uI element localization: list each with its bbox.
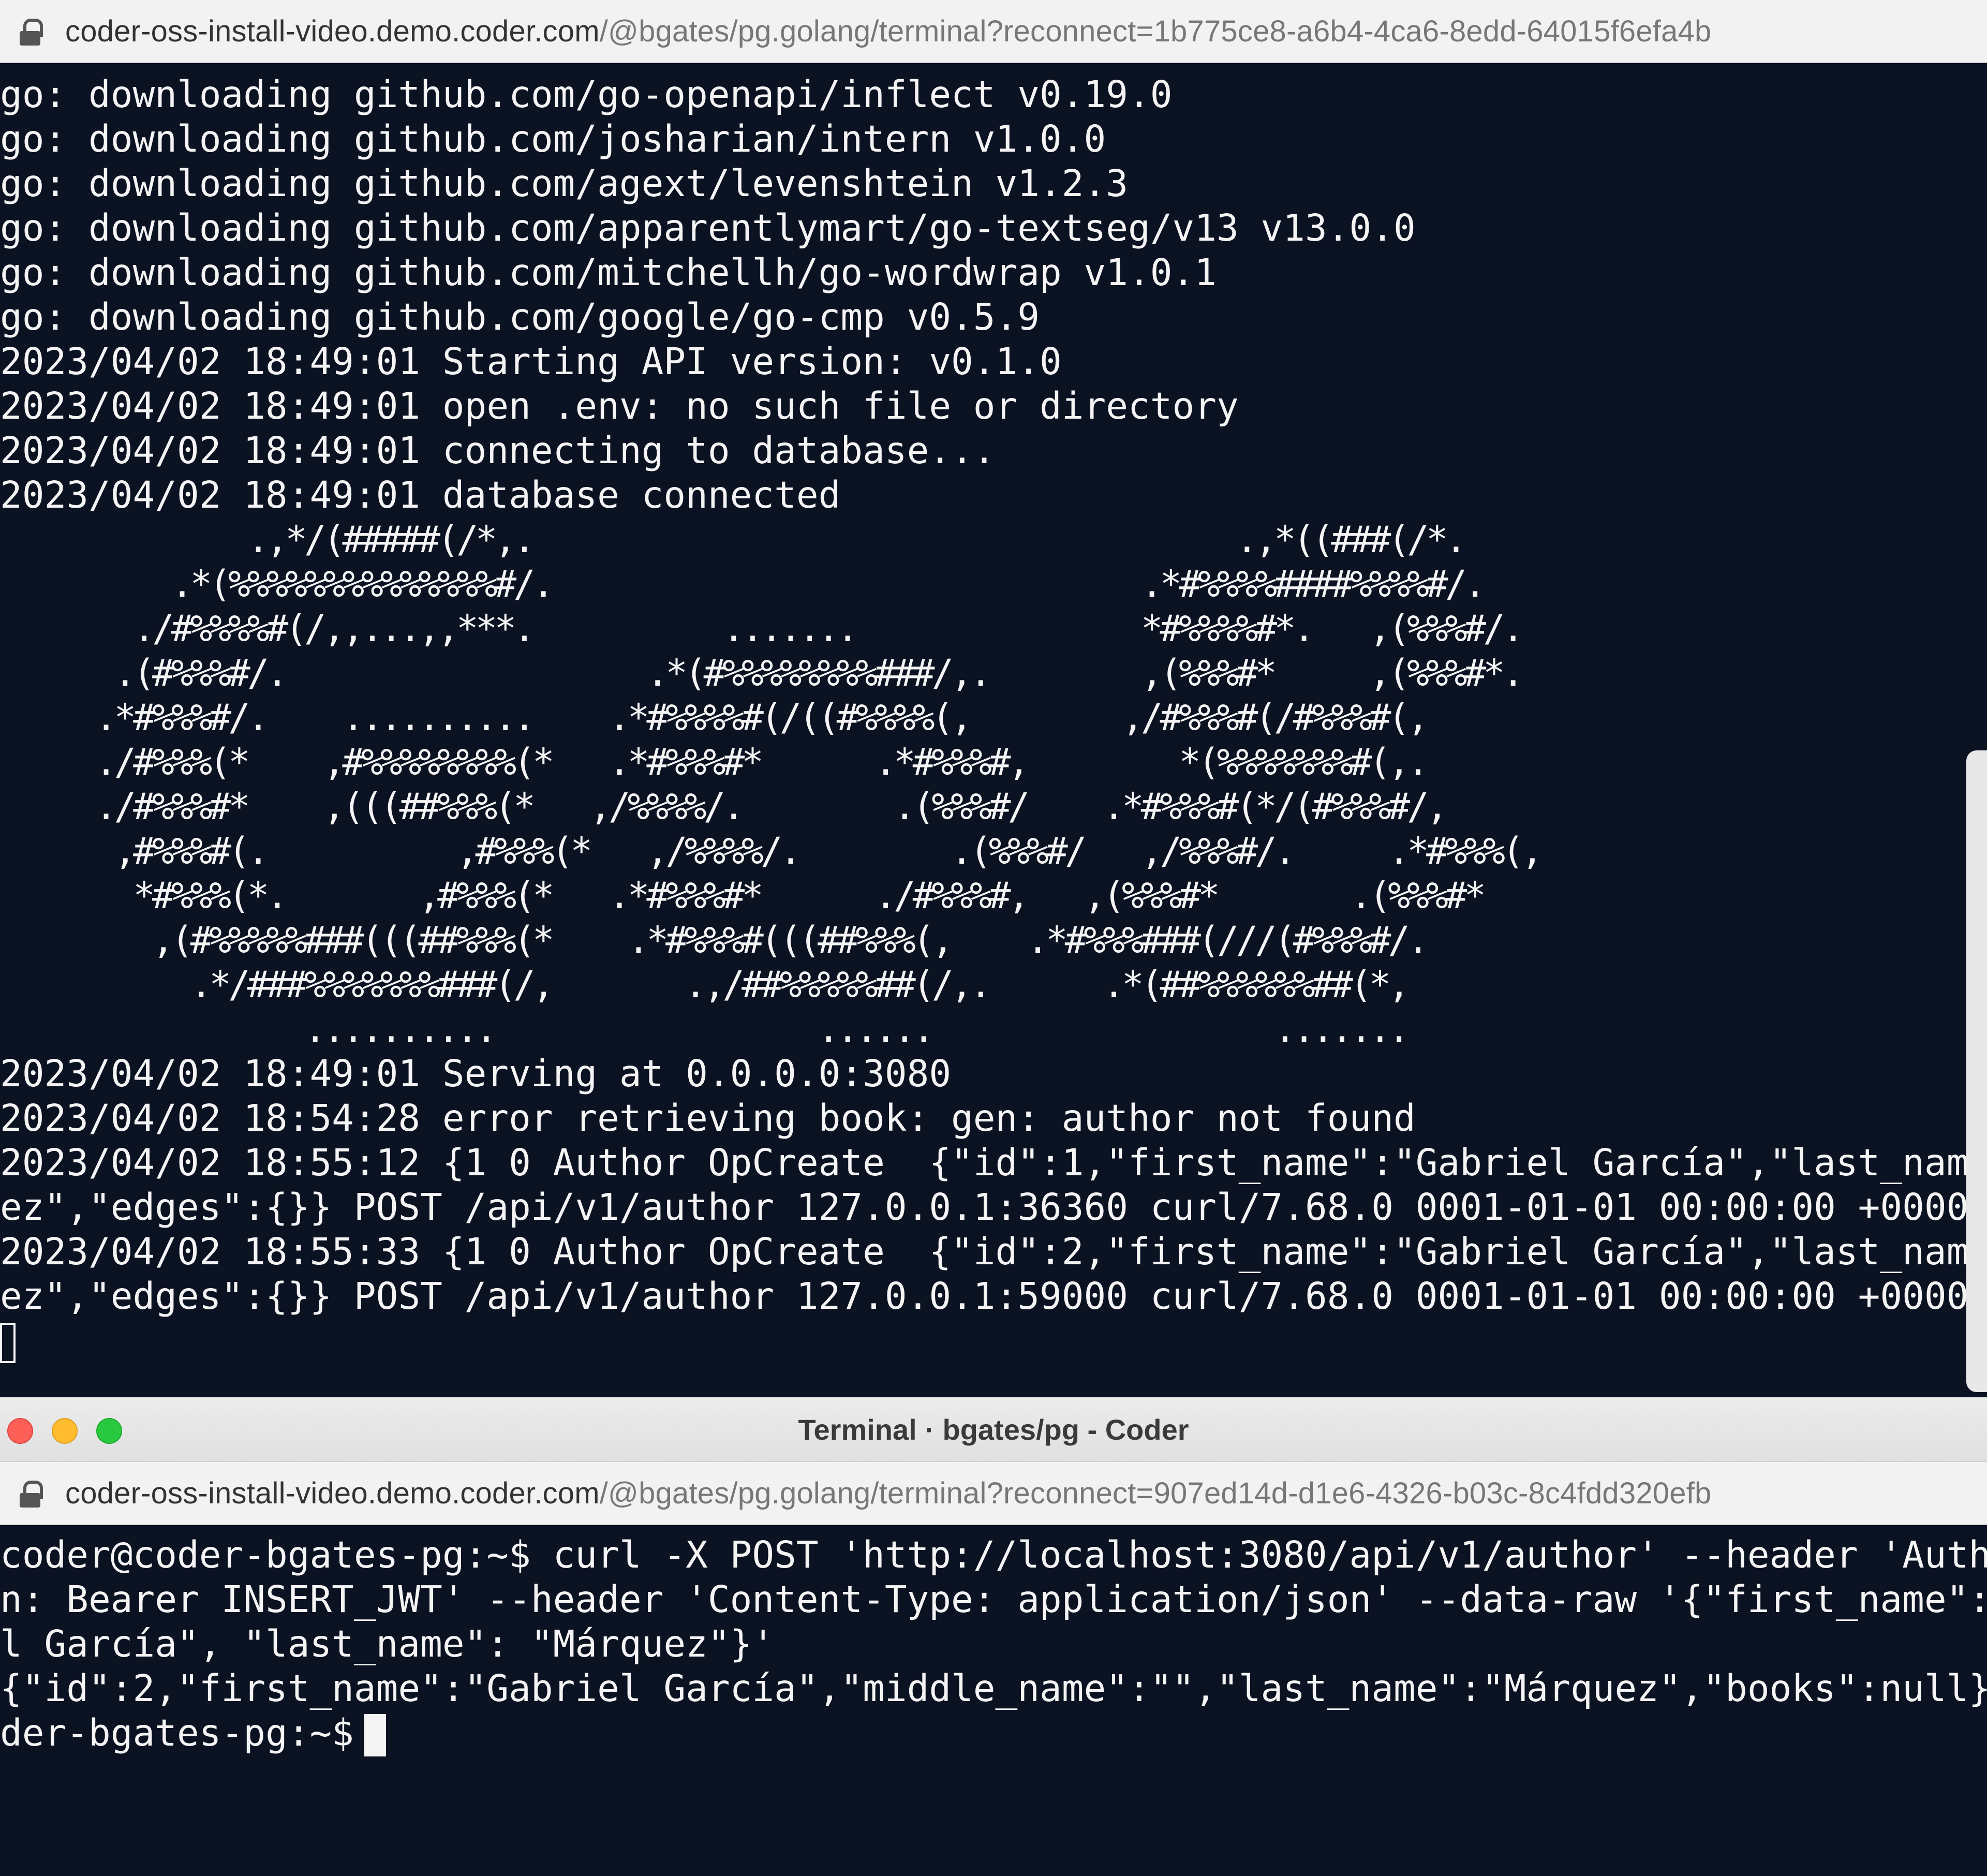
terminal-line: *#%%%(*. ,#%%%(* .*#%%%#* ./#%%%#, ,(%%%… — [0, 874, 1486, 917]
terminal-line: coder@coder-bgates-pg:~$ curl -X POST 'h… — [0, 1533, 1987, 1576]
lock-icon — [14, 16, 46, 47]
terminal-cursor — [364, 1714, 386, 1757]
top-terminal-output: go: downloading github.com/go-openapi/in… — [0, 72, 1987, 518]
top-address-bar[interactable]: coder-oss-install-video.demo.coder.com/@… — [0, 0, 1987, 63]
terminal-line: ./#%%%#* ,(((##%%%(* ,/%%%%/. .(%%%#/ .*… — [0, 785, 1448, 828]
terminal-cursor — [0, 1323, 16, 1364]
top-terminal-log: 2023/04/02 18:49:01 Serving at 0.0.0.0:3… — [0, 1052, 1987, 1319]
terminal-line: 2023/04/02 18:49:01 open .env: no such f… — [0, 385, 1239, 427]
terminal-line: ez","edges":{}} POST /api/v1/author 127.… — [0, 1275, 1987, 1318]
terminal-line: 2023/04/02 18:49:01 connecting to databa… — [0, 429, 996, 472]
terminal-line: 2023/04/02 18:49:01 Serving at 0.0.0.0:3… — [0, 1052, 952, 1095]
terminal-line: go: downloading github.com/josharian/int… — [0, 117, 1106, 160]
terminal-line: ,#%%%#(. ,#%%%(* ,/%%%%/. .(%%%#/ ,/%%%#… — [0, 830, 1543, 873]
bottom-terminal-output: coder@coder-bgates-pg:~$ curl -X POST 'h… — [0, 1533, 1987, 1711]
terminal-line: 2023/04/02 18:55:12 {1 0 Author OpCreate… — [0, 1141, 1987, 1184]
bottom-prompt-line: der-bgates-pg:~$ — [0, 1711, 1987, 1757]
top-url-host: coder-oss-install-video.demo.coder.com — [65, 14, 600, 48]
window-titlebar[interactable]: Terminal · bgates/pg - Coder — [0, 1397, 1987, 1462]
terminal-line: {"id":2,"first_name":"Gabriel García","m… — [0, 1667, 1987, 1710]
top-url[interactable]: coder-oss-install-video.demo.coder.com/@… — [65, 14, 1711, 49]
bottom-url[interactable]: coder-oss-install-video.demo.coder.com/@… — [65, 1476, 1711, 1511]
terminal-line: go: downloading github.com/go-openapi/in… — [0, 73, 1173, 116]
terminal-line: ez","edges":{}} POST /api/v1/author 127.… — [0, 1186, 1987, 1229]
lock-icon — [14, 1478, 46, 1509]
bottom-url-path: /@bgates/pg.golang/terminal?reconnect=90… — [599, 1476, 1712, 1510]
terminal-line: l García", "last_name": "Márquez"}' — [0, 1622, 775, 1665]
terminal-line: .(#%%%#/. .*(#%%%%%%%%###/,. ,(%%%#* ,(%… — [0, 652, 1524, 695]
top-terminal-cursor-line — [0, 1319, 1987, 1364]
terminal-line: ,(#%%%%%###(((##%%%(* .*#%%%#(((##%%%(, … — [0, 919, 1429, 962]
terminal-line: go: downloading github.com/google/go-cmp… — [0, 296, 1040, 338]
terminal-line: 2023/04/02 18:55:33 {1 0 Author OpCreate… — [0, 1230, 1987, 1273]
shell-prompt: der-bgates-pg:~$ — [0, 1711, 354, 1754]
terminal-line: go: downloading github.com/mitchellh/go-… — [0, 251, 1217, 294]
bottom-terminal[interactable]: coder@coder-bgates-pg:~$ curl -X POST 'h… — [0, 1533, 1987, 1876]
terminal-line: .*/###%%%%%%%###(/, .,/##%%%%%##(/,. .*(… — [0, 963, 1410, 1006]
terminal-line: ./#%%%(* ,#%%%%%%%%(* .*#%%%#* .*#%%%#, … — [0, 741, 1429, 784]
terminal-line: 2023/04/02 18:49:01 database connected — [0, 474, 841, 516]
terminal-line: .......... ...... ....... — [0, 1008, 1410, 1051]
ascii-art-logo: .,*/(#####(/*,. .,*((###(/*. .*(%%%%%%%%… — [0, 518, 1987, 1052]
terminal-line: .*(%%%%%%%%%%%%%%#/. .*#%%%%####%%%%#/. — [0, 563, 1486, 605]
top-terminal[interactable]: go: downloading github.com/go-openapi/in… — [0, 72, 1987, 1397]
terminal-line: ./#%%%%#(/,,...,,***. ....... *#%%%%#*. … — [0, 607, 1524, 650]
terminal-line: 2023/04/02 18:49:01 Starting API version… — [0, 340, 1062, 383]
terminal-line: .*#%%%#/. .......... .*#%%%%#(/((#%%%%(,… — [0, 696, 1429, 739]
terminal-line: n: Bearer INSERT_JWT' --header 'Content-… — [0, 1578, 1987, 1621]
terminal-line: 2023/04/02 18:54:28 error retrieving boo… — [0, 1097, 1416, 1140]
top-url-path: /@bgates/pg.golang/terminal?reconnect=1b… — [599, 14, 1712, 48]
terminal-line: go: downloading github.com/apparentlymar… — [0, 206, 1416, 249]
window-title: Terminal · bgates/pg - Coder — [798, 1413, 1189, 1446]
terminal-line: go: downloading github.com/agext/levensh… — [0, 162, 1129, 205]
terminal-line: .,*/(#####(/*,. .,*((###(/*. — [0, 518, 1467, 561]
bottom-address-bar[interactable]: coder-oss-install-video.demo.coder.com/@… — [0, 1462, 1987, 1525]
terminal-scrollbar[interactable] — [1966, 750, 1987, 1392]
bottom-url-host: coder-oss-install-video.demo.coder.com — [65, 1476, 600, 1510]
